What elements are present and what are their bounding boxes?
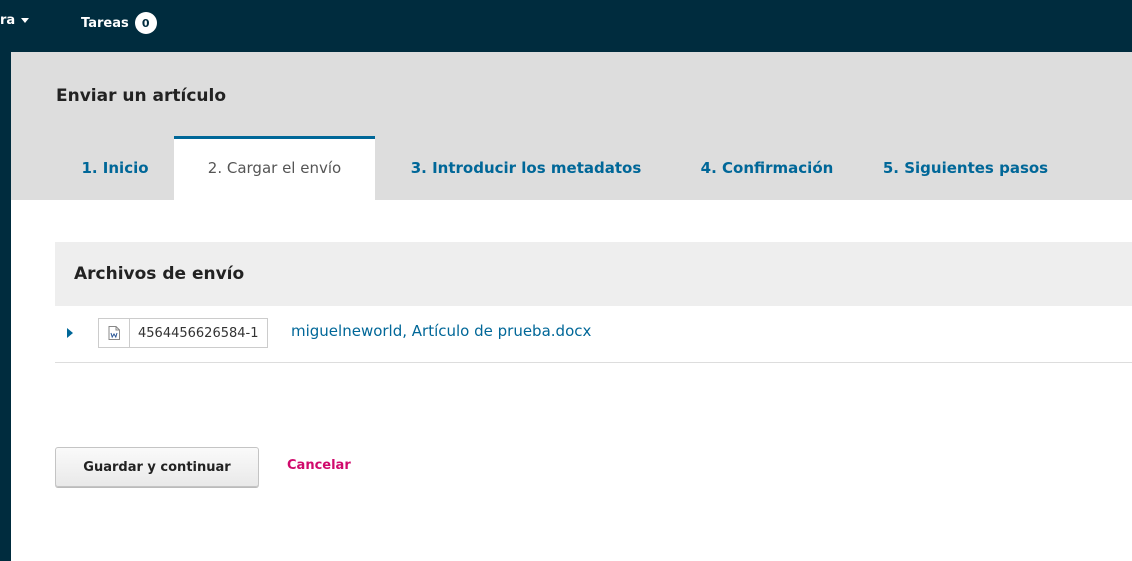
file-id: 4564456626584-1 bbox=[138, 325, 259, 341]
cancel-link[interactable]: Cancelar bbox=[287, 458, 351, 473]
tasks-count-badge: 0 bbox=[134, 12, 157, 34]
save-continue-button[interactable]: Guardar y continuar bbox=[55, 447, 259, 487]
file-id-box: 4564456626584-1 bbox=[98, 318, 268, 348]
submission-steps-tabs: 1. Inicio 2. Cargar el envío 3. Introduc… bbox=[11, 136, 1132, 200]
tasks-label: Tareas bbox=[81, 15, 129, 31]
tab-introducir-metadatos[interactable]: 3. Introducir los metadatos bbox=[375, 136, 677, 200]
panel-title: Archivos de envío bbox=[55, 242, 1132, 306]
user-menu-label: ra bbox=[0, 13, 16, 28]
user-menu[interactable]: ra bbox=[0, 13, 30, 28]
tasks-link[interactable]: Tareas 0 bbox=[81, 12, 157, 34]
left-edge-bar bbox=[0, 0, 11, 561]
tab-confirmacion[interactable]: 4. Confirmación bbox=[677, 136, 857, 200]
page-header: Enviar un artículo 1. Inicio 2. Cargar e… bbox=[11, 52, 1132, 200]
top-navigation-bar: ra Tareas 0 bbox=[0, 0, 1132, 52]
tab-inicio[interactable]: 1. Inicio bbox=[55, 136, 175, 200]
tab-cargar-envio[interactable]: 2. Cargar el envío bbox=[174, 136, 375, 200]
file-name-link[interactable]: miguelneworld, Artículo de prueba.docx bbox=[291, 322, 591, 340]
tab-siguientes-pasos[interactable]: 5. Siguientes pasos bbox=[857, 136, 1074, 200]
submission-files-panel: Archivos de envío 4564456626584-1 miguel… bbox=[55, 242, 1132, 363]
expand-arrow-icon[interactable] bbox=[67, 328, 73, 338]
chevron-down-icon bbox=[21, 18, 30, 23]
file-row: 4564456626584-1 miguelneworld, Artículo … bbox=[55, 306, 1132, 362]
word-document-icon bbox=[99, 319, 130, 347]
page-title: Enviar un artículo bbox=[56, 86, 227, 106]
